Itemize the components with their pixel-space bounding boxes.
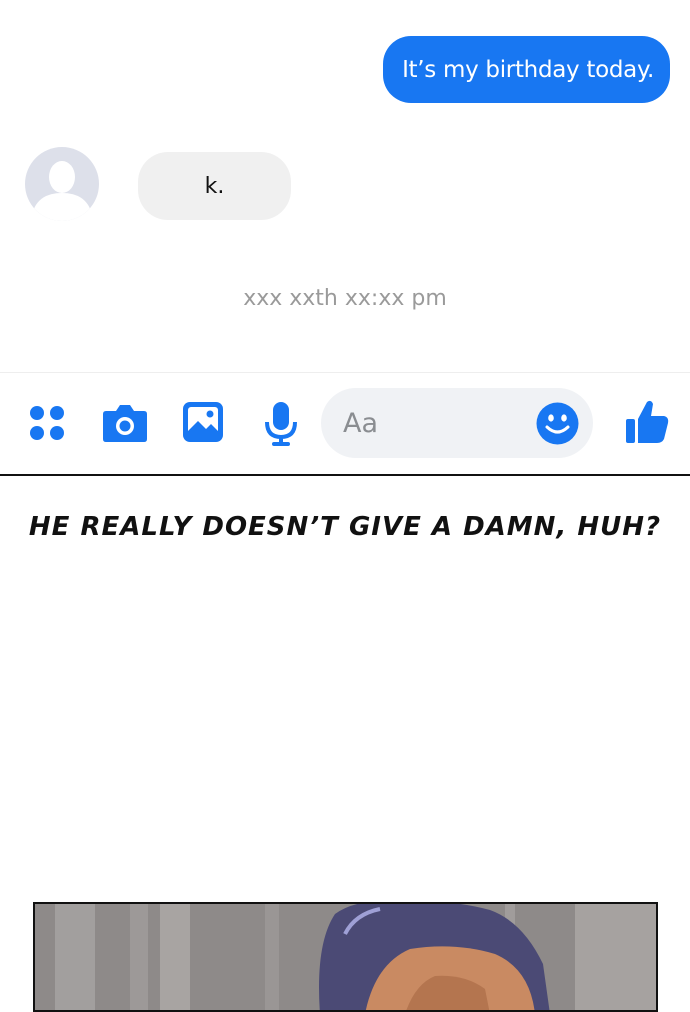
image-icon[interactable]: [182, 401, 224, 448]
message-input-container[interactable]: [321, 388, 593, 458]
comic-panel: [33, 902, 658, 1012]
message-timestamp: xxx xxth xx:xx pm: [243, 286, 447, 311]
composer-toolbar: [0, 372, 690, 476]
outgoing-message-text: It’s my birthday today.: [402, 56, 654, 83]
emoji-icon[interactable]: [536, 402, 579, 450]
message-input[interactable]: [343, 408, 513, 439]
microphone-icon[interactable]: [263, 401, 299, 452]
camera-icon[interactable]: [102, 401, 148, 448]
incoming-message-text: k.: [204, 173, 225, 199]
character-illustration: [35, 904, 656, 1010]
incoming-message-bubble[interactable]: k.: [138, 152, 291, 220]
messenger-chat: It’s my birthday today. k. xxx xxth xx:x…: [0, 0, 690, 476]
outgoing-message-bubble[interactable]: It’s my birthday today.: [383, 36, 670, 103]
thumbs-up-icon[interactable]: [625, 398, 669, 449]
comic-caption: HE REALLY DOESN’T GIVE A DAMN, HUH?: [28, 512, 662, 542]
avatar[interactable]: [25, 147, 99, 221]
menu-dots-icon[interactable]: [28, 401, 66, 446]
default-avatar-icon: [31, 161, 93, 221]
